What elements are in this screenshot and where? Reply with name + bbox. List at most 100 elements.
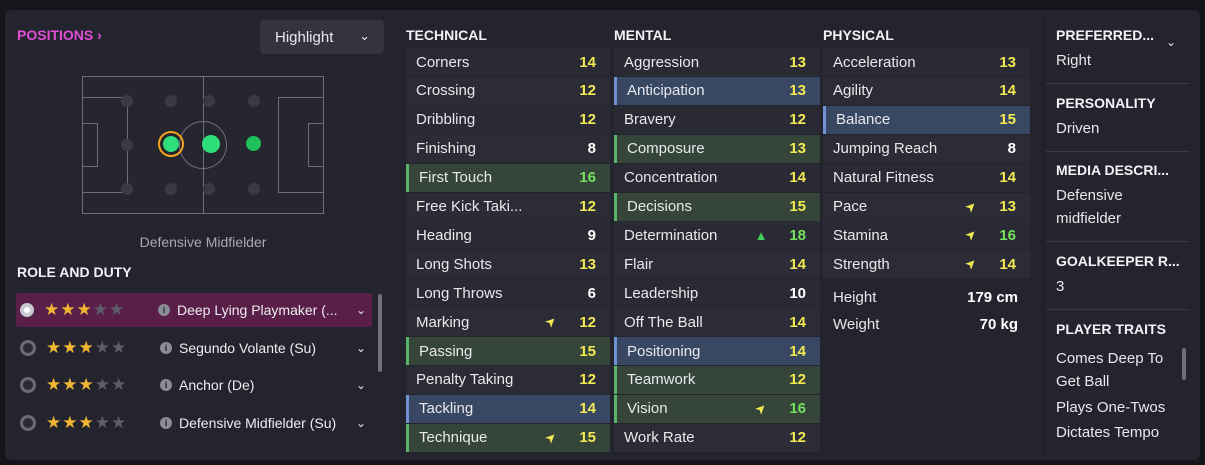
role-option[interactable]: ★★★★★ i Segundo Volante (Su) ⌄ — [16, 331, 372, 365]
position-dot[interactable] — [165, 95, 177, 107]
highlight-dropdown[interactable]: Highlight ⌄ — [260, 20, 384, 54]
height-row: Height 179 cm — [823, 284, 1020, 310]
roles-scrollbar[interactable] — [378, 294, 382, 372]
attribute-value: 13 — [789, 140, 806, 158]
attribute-row[interactable]: Marking ➤ 12 — [406, 308, 610, 337]
attribute-row[interactable]: Vision ➤ 16 — [614, 394, 820, 423]
position-dot[interactable] — [248, 95, 260, 107]
traits-scrollbar[interactable] — [1182, 348, 1186, 380]
position-dot-dmc[interactable] — [163, 136, 179, 152]
attribute-row[interactable]: Dribbling 12 — [406, 105, 610, 134]
attribute-row[interactable]: First Touch 16 — [406, 163, 610, 192]
attribute-row[interactable]: Anticipation 13 — [614, 76, 820, 105]
attribute-value: 14 — [999, 255, 1016, 273]
info-icon[interactable]: i — [160, 379, 172, 391]
attribute-row[interactable]: Flair 14 — [614, 250, 820, 279]
role-radio[interactable] — [20, 339, 36, 356]
attribute-row[interactable]: Concentration 14 — [614, 163, 820, 192]
position-dot[interactable] — [121, 139, 133, 151]
height-label: Height — [833, 288, 877, 306]
role-name: Anchor (De) — [179, 377, 255, 393]
attribute-row[interactable]: Agility 14 — [823, 76, 1030, 105]
role-radio[interactable] — [20, 414, 36, 431]
role-radio[interactable] — [20, 377, 36, 393]
attribute-row[interactable]: Pace ➤ 13 — [823, 192, 1030, 221]
attribute-row[interactable]: Jumping Reach 8 — [823, 134, 1030, 163]
attribute-name: Strength — [833, 255, 890, 273]
physical-title: PHYSICAL — [823, 27, 894, 43]
attribute-row[interactable]: Strength ➤ 14 — [823, 250, 1030, 279]
attribute-row[interactable]: Acceleration 13 — [823, 48, 1030, 76]
position-dot[interactable] — [165, 183, 177, 195]
attribute-name: Positioning — [627, 342, 701, 360]
attribute-row[interactable]: Heading 9 — [406, 221, 610, 250]
positions-link[interactable]: POSITIONS › — [17, 27, 102, 43]
attribute-row[interactable]: Teamwork 12 — [614, 365, 820, 394]
attribute-name: Concentration — [624, 169, 718, 187]
attribute-value: 6 — [587, 284, 596, 302]
attribute-row[interactable]: Stamina ➤ 16 — [823, 221, 1030, 250]
chevron-down-icon[interactable]: ⌄ — [350, 416, 372, 430]
info-icon[interactable]: i — [160, 341, 172, 354]
role-option[interactable]: ★★★★★ i Defensive Midfielder (Su) ⌄ — [16, 406, 372, 440]
attribute-row[interactable]: Penalty Taking 12 — [406, 365, 610, 394]
attribute-row[interactable]: Tackling 14 — [406, 394, 610, 423]
attribute-row[interactable]: Technique ➤ 15 — [406, 423, 610, 452]
mental-title: MENTAL — [614, 27, 672, 43]
role-option[interactable]: ★★★★★ i Anchor (De) ⌄ — [16, 368, 372, 402]
attribute-row[interactable]: Leadership 10 — [614, 279, 820, 308]
chevron-down-icon[interactable]: ⌄ — [350, 303, 372, 317]
attribute-row[interactable]: Bravery 12 — [614, 105, 820, 134]
star-rating-icon: ★★★★★ — [44, 300, 126, 319]
attribute-row[interactable]: Off The Ball 14 — [614, 308, 820, 337]
position-dot-amc[interactable] — [246, 136, 261, 151]
attribute-row[interactable]: Free Kick Taki... 12 — [406, 192, 610, 221]
attribute-row[interactable]: Long Throws 6 — [406, 279, 610, 308]
info-separator — [1046, 83, 1190, 84]
attribute-value: 12 — [579, 313, 596, 331]
attribute-row[interactable]: Positioning 14 — [614, 337, 820, 365]
weight-label: Weight — [833, 315, 880, 333]
attribute-value: 12 — [789, 371, 806, 389]
attribute-row[interactable]: Natural Fitness 14 — [823, 163, 1030, 192]
attribute-row[interactable]: Finishing 8 — [406, 134, 610, 163]
attribute-row[interactable]: Determination ▲ 18 — [614, 221, 820, 250]
attribute-row[interactable]: Aggression 13 — [614, 48, 820, 76]
weight-row: Weight 70 kg — [823, 311, 1020, 337]
info-icon[interactable]: i — [158, 304, 170, 316]
attribute-name: Determination — [624, 226, 718, 244]
attribute-name: Work Rate — [624, 429, 695, 447]
attribute-name: Passing — [419, 342, 473, 360]
position-dot[interactable] — [203, 95, 215, 107]
info-icon[interactable]: i — [160, 416, 172, 429]
attribute-value: 18 — [789, 226, 806, 244]
attribute-name: Long Shots — [416, 255, 492, 273]
chevron-down-icon[interactable]: ⌄ — [350, 378, 372, 392]
position-dot[interactable] — [248, 183, 260, 195]
attribute-row[interactable]: Crossing 12 — [406, 76, 610, 105]
position-dot-mc[interactable] — [202, 135, 220, 153]
attribute-value: 14 — [789, 342, 806, 360]
attribute-row[interactable]: Composure 13 — [614, 134, 820, 163]
attribute-row[interactable]: Passing 15 — [406, 337, 610, 365]
chevron-down-icon[interactable]: ⌄ — [350, 341, 372, 355]
role-option[interactable]: ★★★★★ i Deep Lying Playmaker (... ⌄ — [16, 293, 372, 327]
preferred-foot-title: PREFERRED... — [1056, 27, 1155, 43]
attribute-value: 14 — [789, 255, 806, 273]
role-name: Deep Lying Playmaker (... — [177, 302, 338, 318]
position-dot[interactable] — [203, 183, 215, 195]
star-rating-icon: ★★★★★ — [46, 375, 128, 394]
height-value: 179 cm — [967, 288, 1018, 306]
attribute-row[interactable]: Work Rate 12 — [614, 423, 820, 452]
chevron-down-icon[interactable]: ⌄ — [1166, 35, 1176, 49]
attribute-value: 8 — [587, 140, 596, 158]
position-dot[interactable] — [121, 183, 133, 195]
attribute-value: 10 — [789, 284, 806, 302]
attribute-value: 15 — [999, 111, 1016, 129]
attribute-row[interactable]: Corners 14 — [406, 48, 610, 76]
role-radio[interactable] — [20, 303, 34, 317]
attribute-row[interactable]: Long Shots 13 — [406, 250, 610, 279]
attribute-row[interactable]: Balance 15 — [823, 105, 1030, 134]
position-dot[interactable] — [121, 95, 133, 107]
attribute-row[interactable]: Decisions 15 — [614, 192, 820, 221]
